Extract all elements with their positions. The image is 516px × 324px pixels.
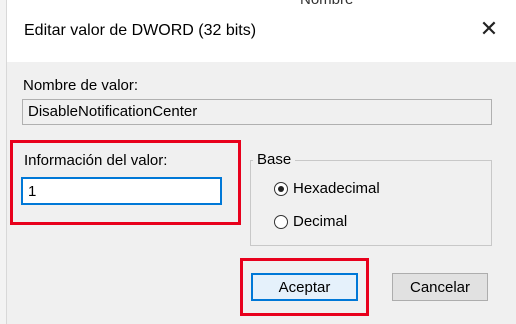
title-bar: Editar valor de DWORD (32 bits) ✕ xyxy=(7,0,516,62)
radio-decimal-label: Decimal xyxy=(293,213,348,230)
base-groupbox xyxy=(250,160,492,246)
radio-unselected-icon xyxy=(274,214,288,229)
background-column-header: Nombre xyxy=(300,0,353,8)
radio-selected-icon xyxy=(274,181,288,196)
radio-hexadecimal[interactable]: Hexadecimal xyxy=(274,180,380,197)
background-window-edge xyxy=(0,0,7,324)
cancel-button[interactable]: Cancelar xyxy=(392,273,488,301)
radio-hexadecimal-label: Hexadecimal xyxy=(293,180,380,197)
highlight-box-value-data xyxy=(10,140,241,225)
close-icon[interactable]: ✕ xyxy=(474,14,504,44)
highlight-box-ok-button xyxy=(240,258,369,316)
value-name-field: DisableNotificationCenter xyxy=(22,99,492,125)
radio-decimal[interactable]: Decimal xyxy=(274,213,347,230)
base-legend: Base xyxy=(253,151,296,168)
dialog-title: Editar valor de DWORD (32 bits) xyxy=(24,22,257,39)
value-name-label: Nombre de valor: xyxy=(23,77,139,94)
